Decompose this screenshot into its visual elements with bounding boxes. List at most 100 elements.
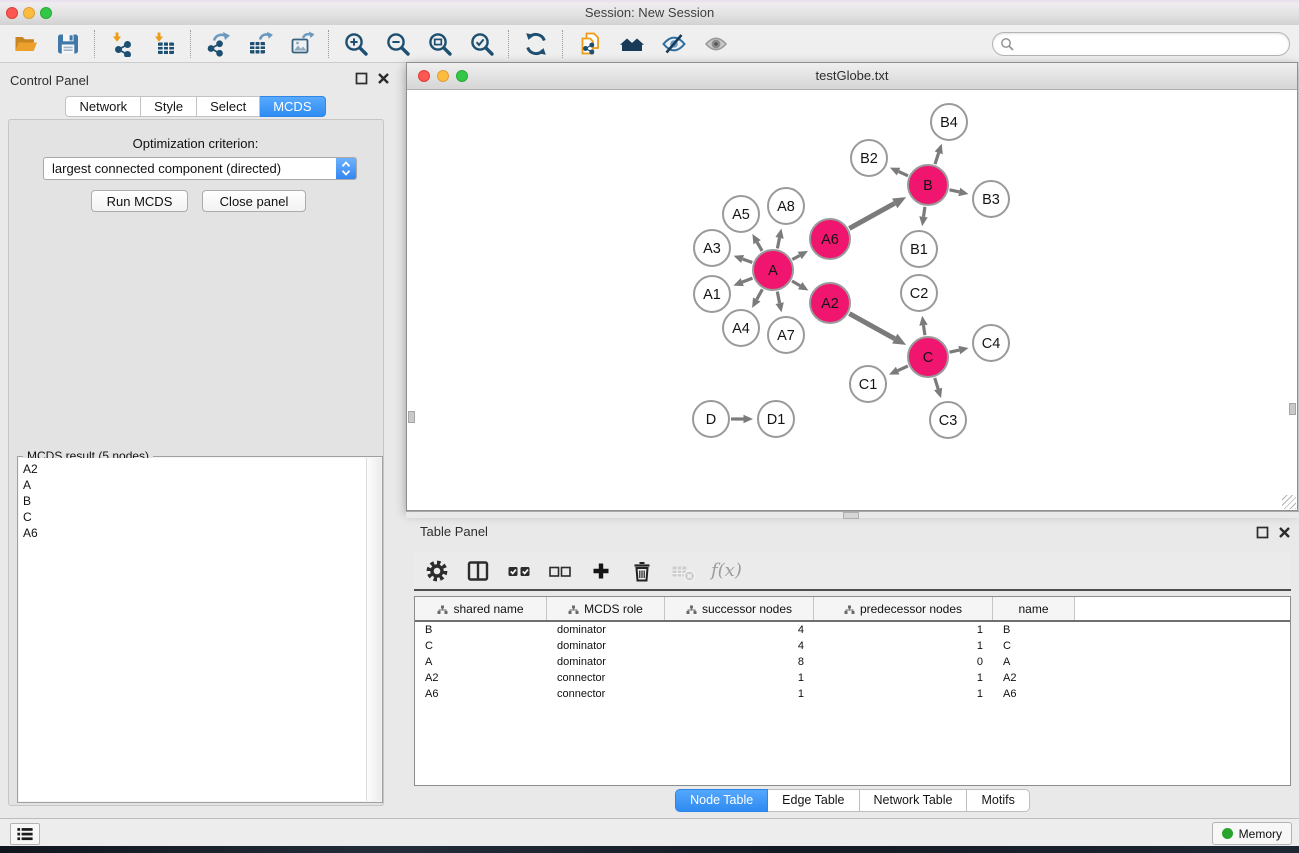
tab-mcds[interactable]: MCDS	[260, 96, 325, 117]
network-canvas[interactable]: B4 B2 B B3 A8A5 A6 A3 B1 A C2 A1 A2 A4A7 C4 C C1 C3 D D1	[407, 90, 1297, 510]
column-header-predecessor-nodes[interactable]: predecessor nodes	[814, 597, 993, 620]
graph-node-C1[interactable]: C1	[850, 366, 886, 402]
table-cell: 1	[665, 672, 814, 684]
graph-node-A2[interactable]: A2	[810, 283, 850, 323]
tab-node-table[interactable]: Node Table	[675, 789, 768, 812]
table-panel-close-icon[interactable]	[1278, 526, 1291, 539]
app-titlebar: Session: New Session	[0, 0, 1299, 26]
graph-node-C2[interactable]: C2	[901, 275, 937, 311]
column-header-shared-name[interactable]: shared name	[415, 597, 547, 620]
add-column-icon[interactable]	[588, 558, 614, 584]
close-window-icon[interactable]	[6, 7, 18, 19]
graph-node-B[interactable]: B	[908, 165, 948, 205]
control-panel-float-icon[interactable]	[355, 72, 368, 85]
graph-node-C3[interactable]: C3	[930, 402, 966, 438]
svg-text:A6: A6	[821, 232, 839, 248]
column-header-successor-nodes[interactable]: successor nodes	[665, 597, 814, 620]
table-row[interactable]: Adominator80A	[415, 654, 1290, 670]
export-table-icon[interactable]	[247, 31, 273, 57]
save-floppy-icon[interactable]	[55, 31, 81, 57]
network-zoom-icon[interactable]	[456, 70, 468, 82]
memory-button[interactable]: Memory	[1212, 822, 1292, 845]
close-panel-button[interactable]: Close panel	[202, 190, 306, 212]
graph-node-C4[interactable]: C4	[973, 325, 1009, 361]
table-panel-float-icon[interactable]	[1256, 526, 1269, 539]
graph-node-A5[interactable]: A5	[723, 196, 759, 232]
table-row[interactable]: Cdominator41C	[415, 638, 1290, 654]
import-table-icon[interactable]	[151, 31, 177, 57]
show-panel-icon[interactable]	[703, 31, 729, 57]
zoom-fit-icon[interactable]	[427, 31, 453, 57]
graph-node-A1[interactable]: A1	[694, 276, 730, 312]
mcds-result-item[interactable]: C	[19, 509, 367, 525]
mcds-result-item[interactable]: A	[19, 477, 367, 493]
mcds-list-scrollbar[interactable]	[366, 458, 381, 801]
table-cell: 8	[665, 656, 814, 668]
columns-icon[interactable]	[465, 558, 491, 584]
mcds-result-item[interactable]: B	[19, 493, 367, 509]
graph-node-A3[interactable]: A3	[694, 230, 730, 266]
search-input[interactable]	[1018, 34, 1289, 54]
window-resize-grip[interactable]	[1282, 495, 1296, 509]
export-network-icon[interactable]	[205, 31, 231, 57]
column-header-MCDS-role[interactable]: MCDS role	[547, 597, 665, 620]
tab-network-table[interactable]: Network Table	[860, 789, 968, 812]
gear-icon[interactable]	[424, 558, 450, 584]
canvas-right-grip[interactable]	[1289, 403, 1296, 415]
export-image-icon[interactable]	[289, 31, 315, 57]
task-history-button[interactable]	[10, 823, 40, 845]
table-cell: 1	[814, 688, 993, 700]
minimize-window-icon[interactable]	[23, 7, 35, 19]
run-mcds-button[interactable]: Run MCDS	[91, 190, 188, 212]
network-minimize-icon[interactable]	[437, 70, 449, 82]
panel-divider-grip[interactable]	[843, 512, 859, 519]
canvas-left-grip[interactable]	[408, 411, 415, 423]
zoom-selected-icon[interactable]	[469, 31, 495, 57]
graph-node-A7[interactable]: A7	[768, 317, 804, 353]
import-network-icon[interactable]	[109, 31, 135, 57]
mcds-result-item[interactable]: A6	[19, 525, 367, 541]
column-header-name[interactable]: name	[993, 597, 1075, 620]
table-row[interactable]: A2connector11A2	[415, 670, 1290, 686]
search-box[interactable]	[992, 32, 1290, 56]
zoom-out-icon[interactable]	[385, 31, 411, 57]
delete-column-icon[interactable]	[629, 558, 655, 584]
tab-edge-table[interactable]: Edge Table	[768, 789, 859, 812]
network-window-titlebar[interactable]: testGlobe.txt	[407, 63, 1297, 90]
table-row[interactable]: Bdominator41B	[415, 622, 1290, 638]
network-graph[interactable]: B4 B2 B B3 A8A5 A6 A3 B1 A C2 A1 A2 A4A7 C4 C C1 C3 D D1	[407, 90, 1299, 512]
svg-text:A: A	[768, 263, 778, 279]
criterion-dropdown[interactable]: largest connected component (directed)	[43, 157, 357, 180]
zoom-in-icon[interactable]	[343, 31, 369, 57]
graph-node-A[interactable]: A	[753, 250, 793, 290]
graph-node-C[interactable]: C	[908, 337, 948, 377]
control-panel-close-icon[interactable]	[377, 72, 390, 85]
check-pair-icon[interactable]	[506, 558, 532, 584]
uncheck-pair-icon[interactable]	[547, 558, 573, 584]
window-controls	[6, 7, 52, 19]
open-folder-icon[interactable]	[13, 31, 39, 57]
table-row[interactable]: A6connector11A6	[415, 686, 1290, 702]
graph-node-A6[interactable]: A6	[810, 219, 850, 259]
copy-network-icon[interactable]	[577, 31, 603, 57]
table-cell: 0	[814, 656, 993, 668]
graph-node-B2[interactable]: B2	[851, 140, 887, 176]
refresh-icon[interactable]	[523, 31, 549, 57]
tab-network[interactable]: Network	[65, 96, 141, 117]
zoom-window-icon[interactable]	[40, 7, 52, 19]
mcds-result-item[interactable]: A2	[19, 461, 367, 477]
tab-motifs[interactable]: Motifs	[967, 789, 1029, 812]
tab-style[interactable]: Style	[141, 96, 197, 117]
graph-node-D[interactable]: D	[693, 401, 729, 437]
network-close-icon[interactable]	[418, 70, 430, 82]
graph-node-B3[interactable]: B3	[973, 181, 1009, 217]
graph-node-A8[interactable]: A8	[768, 188, 804, 224]
graph-node-D1[interactable]: D1	[758, 401, 794, 437]
hide-panel-icon[interactable]	[661, 31, 687, 57]
graph-node-A4[interactable]: A4	[723, 310, 759, 346]
mcds-result-list[interactable]: A2ABCA6	[19, 458, 367, 801]
graph-node-B1[interactable]: B1	[901, 231, 937, 267]
tab-select[interactable]: Select	[197, 96, 260, 117]
graph-node-B4[interactable]: B4	[931, 104, 967, 140]
home-icon[interactable]	[619, 31, 645, 57]
